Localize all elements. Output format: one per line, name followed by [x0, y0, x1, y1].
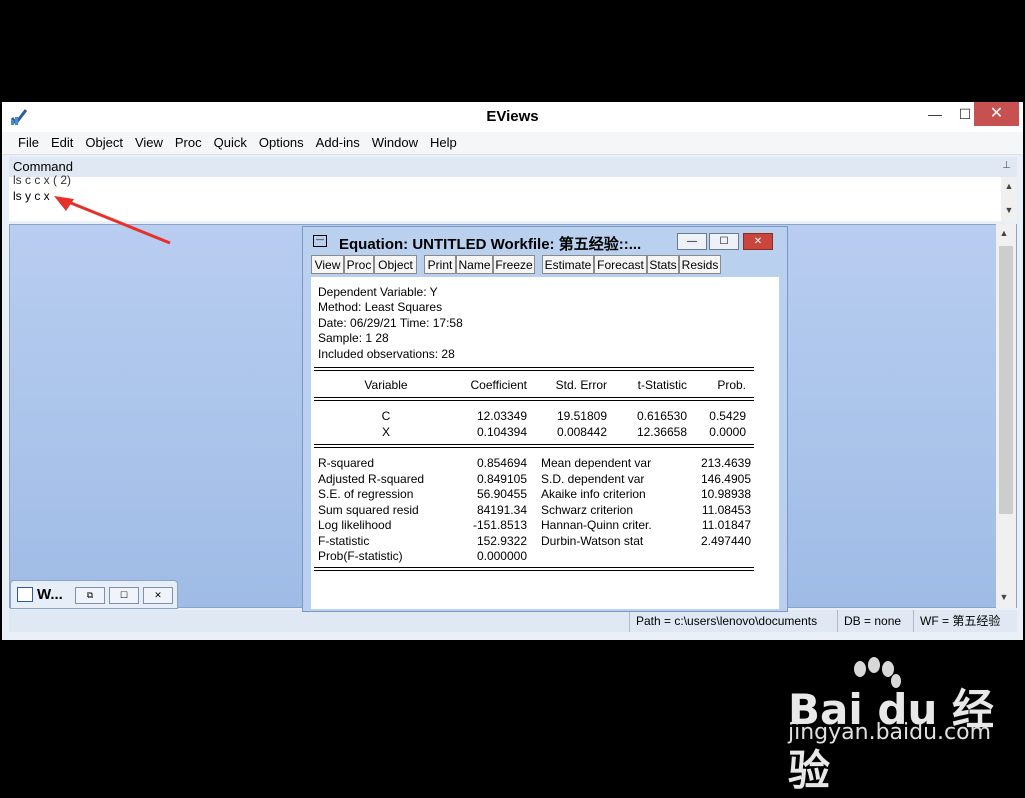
divider — [314, 444, 754, 448]
close-button[interactable]: ✕ — [974, 102, 1019, 126]
status-wf: WF = 第五经验 — [913, 610, 1016, 632]
watermark-url: jingyan.baidu.com — [788, 720, 992, 745]
view-button[interactable]: View — [311, 255, 344, 274]
object-button[interactable]: Object — [374, 255, 417, 274]
column-header: Std. Error — [555, 378, 607, 392]
stats-cell: 152.9322 — [476, 533, 527, 548]
menu-proc[interactable]: Proc — [169, 132, 208, 154]
stats-button[interactable]: Stats — [647, 255, 679, 274]
column-header: Variable — [364, 378, 408, 392]
stats-cell: 84191.34 — [476, 502, 527, 517]
header-dependent: Dependent Variable: Y — [318, 285, 438, 299]
divider — [314, 367, 754, 371]
command-current-line[interactable]: ls y c x — [13, 189, 50, 203]
menu-file[interactable]: File — [12, 132, 45, 154]
app-title: EViews — [486, 108, 539, 125]
print-button[interactable]: Print — [424, 255, 456, 274]
close-icon[interactable]: ✕ — [743, 233, 773, 250]
menu-help[interactable]: Help — [424, 132, 463, 154]
scroll-thumb[interactable] — [999, 246, 1013, 514]
divider — [314, 567, 754, 571]
menu-view[interactable]: View — [129, 132, 169, 154]
header-method: Method: Least Squares — [318, 300, 443, 314]
title-bar: EViews — ☐ ✕ — [2, 102, 1023, 132]
equation-window: — Equation: UNTITLED Workfile: 第五经验::...… — [302, 226, 788, 612]
close-icon[interactable]: ✕ — [143, 587, 173, 604]
status-path: Path = c:\users\lenovo\documents — [629, 610, 830, 632]
divider — [314, 397, 754, 401]
minimized-workfile-window[interactable]: W... ⧉ ☐ ✕ — [10, 580, 178, 609]
resids-button[interactable]: Resids — [679, 255, 721, 274]
maximize-icon[interactable]: ☐ — [109, 587, 139, 604]
stats-cell: 146.4905 — [700, 471, 751, 486]
name-button[interactable]: Name — [456, 255, 493, 274]
stats-cell: S.E. of regression — [318, 487, 414, 501]
stats-cell: Sum squared resid — [318, 502, 419, 517]
minimize-icon[interactable]: — — [677, 233, 707, 250]
forecast-button[interactable]: Forecast — [594, 255, 647, 274]
stats-cell: R-squared — [318, 456, 375, 470]
command-previous-line: ls c c x ( 2) — [13, 173, 72, 187]
column-header: Coefficient — [470, 378, 527, 392]
stats-cell: Adjusted R-squared — [318, 471, 425, 486]
stats-cell: F-statistic — [318, 533, 370, 548]
equation-title-bar[interactable]: — Equation: UNTITLED Workfile: 第五经验::...… — [303, 227, 787, 255]
stats-cell: -151.8513 — [472, 518, 527, 532]
stats-cell: 0.854694 — [476, 456, 527, 470]
menu-window[interactable]: Window — [366, 132, 424, 154]
maximize-icon[interactable]: ☐ — [709, 233, 739, 250]
menu-edit[interactable]: Edit — [45, 132, 79, 154]
column-header: t-Statistic — [637, 378, 687, 392]
menu-options[interactable]: Options — [253, 132, 310, 154]
system-menu-icon[interactable]: — — [313, 235, 327, 247]
stats-cell: 213.4639 — [700, 456, 751, 470]
status-bar: Path = c:\users\lenovo\documents DB = no… — [9, 610, 1017, 632]
pin-icon[interactable]: ⊥ — [1002, 160, 1011, 171]
column-header: Prob. — [717, 378, 746, 392]
stats-cell: Log likelihood — [318, 518, 392, 532]
stats-cell: 0.000000 — [476, 549, 527, 563]
freeze-button[interactable]: Freeze — [493, 255, 535, 274]
annotation-arrow-icon — [54, 196, 171, 245]
equation-toolbar: View Proc Object Print Name Freeze Estim… — [311, 255, 779, 275]
restore-icon[interactable]: ⧉ — [75, 587, 105, 604]
scroll-down-icon[interactable]: ▼ — [1001, 205, 1017, 215]
stats-cell: 0.849105 — [476, 471, 527, 486]
menu-bar: File Edit Object View Proc Quick Options Add-in… — [2, 132, 1023, 155]
header-observations: Included observations: 28 — [318, 347, 455, 361]
menu-add-ins[interactable]: Add-ins — [310, 132, 366, 154]
minimize-button[interactable]: — — [920, 102, 950, 126]
minimized-title: W... — [37, 586, 63, 603]
stats-cell: 2.497440 — [700, 533, 751, 548]
scroll-up-icon[interactable]: ▲ — [996, 228, 1012, 238]
menu-object[interactable]: Object — [79, 132, 129, 154]
stats-cell: 10.98938 — [700, 487, 751, 501]
menu-quick[interactable]: Quick — [208, 132, 253, 154]
stats-cell: 11.08453 — [701, 502, 751, 517]
status-db: DB = none — [837, 610, 914, 632]
command-label: Command — [13, 159, 73, 174]
stats-cell: 56.90455 — [476, 487, 527, 501]
stats-cell: Prob(F-statistic) — [318, 549, 403, 563]
header-date: Date: 06/29/21 Time: 17:58 — [318, 316, 463, 330]
scroll-down-icon[interactable]: ▼ — [996, 592, 1012, 602]
workfile-icon — [17, 587, 33, 602]
header-sample: Sample: 1 28 — [318, 331, 389, 345]
equation-title: Equation: UNTITLED Workfile: 第五经验::... — [339, 236, 642, 253]
workspace-scrollbar[interactable]: ▲ ▼ — [996, 224, 1016, 608]
proc-button[interactable]: Proc — [344, 255, 374, 274]
stats-cell: 11.01847 — [701, 518, 751, 532]
command-pane-header: Command ⊥ — [9, 157, 1017, 177]
scroll-up-icon[interactable]: ▲ — [1001, 181, 1017, 191]
equation-output: Dependent Variable: Y Method: Least Squa… — [311, 277, 779, 609]
estimate-button[interactable]: Estimate — [542, 255, 594, 274]
command-scrollbar[interactable]: ▲ ▼ — [1001, 177, 1017, 221]
